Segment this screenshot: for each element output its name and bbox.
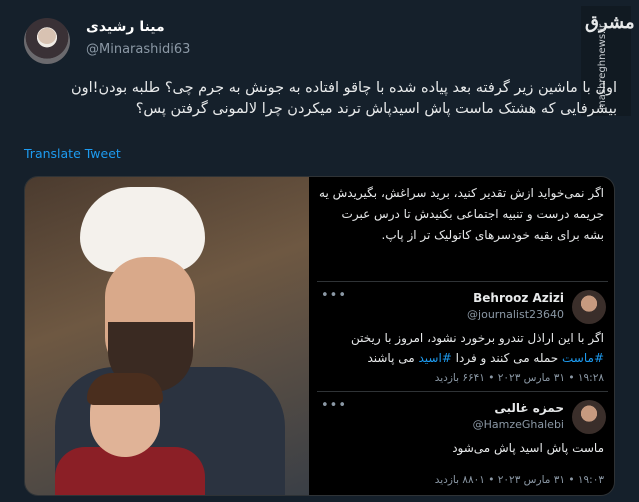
card-text-part: حمله می کنند و فردا bbox=[451, 351, 563, 365]
translate-tweet-link[interactable]: Translate Tweet bbox=[24, 146, 121, 161]
card-text: اگر با این اراذل تندرو برخورد نشود، امرو… bbox=[319, 328, 604, 368]
avatar bbox=[572, 400, 606, 434]
quoted-text: اگر نمی‌خواید ازش تقدیر کنید، برید سراغش… bbox=[319, 186, 604, 242]
card-text-part: می پاشند bbox=[367, 351, 419, 365]
tweet-media[interactable]: اگر نمی‌خواید ازش تقدیر کنید، برید سراغش… bbox=[24, 176, 615, 496]
author-name[interactable]: مینا رشیدی bbox=[86, 19, 165, 35]
embedded-tweet-card: Behrooz Azizi @journalist23640 ••• اگر ب… bbox=[317, 281, 608, 392]
card-meta: ۱۹:۰۳ • ۳۱ مارس ۲۰۲۳ • ۸۸۰۱ بازدید bbox=[434, 474, 604, 486]
hashtag: #ماست bbox=[562, 351, 604, 365]
author-handle[interactable]: @Minarashidi63 bbox=[86, 42, 190, 57]
tweet-text: اول با ماشین زیر گرفته بعد پیاده شده با … bbox=[71, 80, 617, 117]
more-options-icon: ••• bbox=[321, 288, 348, 303]
more-options-icon: ••• bbox=[321, 398, 348, 413]
embedded-tweet-screenshot: اگر نمی‌خواید ازش تقدیر کنید، برید سراغش… bbox=[309, 177, 614, 495]
tweet: مینا رشیدی @Minarashidi63 مشرق mashreghn… bbox=[0, 0, 639, 502]
card-author-name: Behrooz Azizi bbox=[473, 291, 564, 305]
card-text-part: اگر با این اراذل تندرو برخورد نشود، امرو… bbox=[351, 331, 604, 345]
cleric-with-child-photo bbox=[25, 177, 309, 495]
card-text: ماست پاش اسید پاش می‌شود bbox=[452, 441, 604, 455]
card-author-handle: @journalist23640 bbox=[467, 308, 564, 321]
card-author-name: حمزه غالبی bbox=[494, 401, 564, 415]
photo-child-hair bbox=[87, 373, 163, 405]
avatar bbox=[572, 290, 606, 324]
mashregh-logo-icon: مشرق bbox=[585, 12, 635, 33]
hashtag: #اسید bbox=[418, 351, 452, 365]
author-avatar[interactable] bbox=[24, 18, 70, 64]
card-author-handle: @HamzeGhalebi bbox=[472, 418, 564, 431]
card-meta: ۱۹:۲۸ • ۳۱ مارس ۲۰۲۳ • ۶۶۴۱ بازدید bbox=[434, 372, 604, 384]
embedded-tweet-card: حمزه غالبی @HamzeGhalebi ••• ماست پاش اس… bbox=[317, 391, 608, 495]
